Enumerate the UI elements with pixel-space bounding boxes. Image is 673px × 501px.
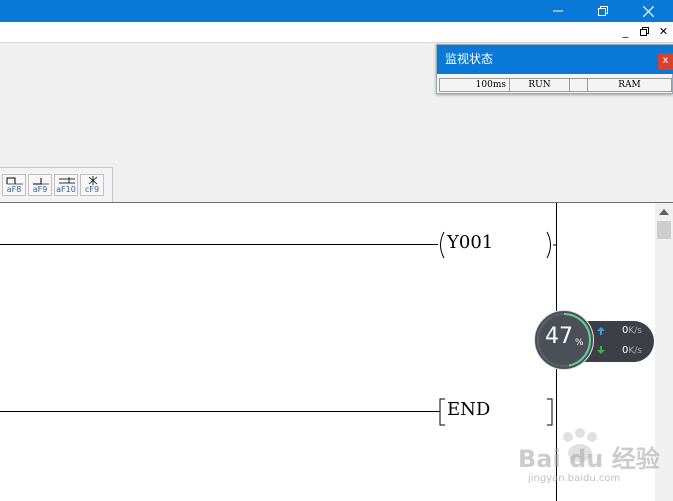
parallel-pulse-button[interactable]: aF10	[54, 174, 78, 196]
status-empty	[569, 78, 587, 92]
rising-pulse-button[interactable]: aF8	[2, 174, 26, 196]
child-restore-button[interactable]	[637, 25, 652, 39]
mdi-child-strip: _ ✕	[0, 22, 673, 43]
status-memory: RAM	[587, 78, 672, 92]
minimize-button[interactable]	[540, 0, 576, 22]
falling-edge-icon	[33, 178, 49, 185]
upload-unit: K/s	[628, 326, 642, 336]
toolbar-key-label: cF9	[84, 185, 100, 194]
invert-icon	[88, 176, 98, 185]
restore-button[interactable]	[585, 0, 621, 22]
ladder-symbol-toolbar: aF8 aF9 aF10 cF9	[0, 167, 113, 203]
load-percent: 47	[545, 324, 573, 349]
toolbar-key-label: aF10	[56, 185, 76, 194]
download-unit: K/s	[628, 346, 642, 356]
rung-line-2	[0, 411, 440, 412]
upload-speed: 0K/s	[622, 325, 642, 336]
monitor-title-bar[interactable]: 监视状态 x	[437, 45, 673, 74]
restore-icon	[598, 6, 608, 16]
close-button[interactable]	[630, 0, 666, 22]
download-speed: 0K/s	[622, 345, 642, 356]
network-speed-widget[interactable]: 0K/s 0K/s 47 %	[534, 310, 654, 372]
falling-pulse-button[interactable]: aF9	[28, 174, 52, 196]
status-scan-time: 100ms	[439, 78, 509, 92]
toolbar-key-label: aF9	[32, 185, 48, 194]
percent-sign: %	[575, 338, 584, 348]
child-restore-icon	[640, 27, 649, 36]
end-instruction-label[interactable]: END	[447, 399, 490, 420]
coil-label[interactable]: Y001	[447, 232, 493, 253]
baidu-watermark: Bai du 经验 jingyan.baidu.com	[500, 425, 670, 495]
end-left-bracket	[439, 398, 445, 426]
parallel-edge-icon	[59, 177, 75, 184]
monitor-status-window[interactable]: 监视状态 x 100ms RUN RAM	[436, 44, 673, 94]
invert-button[interactable]: cF9	[80, 174, 104, 196]
monitor-status-row: 100ms RUN RAM	[439, 78, 672, 92]
watermark-text: Bai du 经验	[518, 445, 660, 473]
watermark-url: jingyan.baidu.com	[528, 473, 621, 484]
end-right-bracket	[547, 398, 553, 426]
load-gauge: 47 %	[534, 310, 594, 370]
monitor-close-button[interactable]: x	[658, 53, 673, 70]
rising-edge-icon	[6, 177, 23, 185]
download-arrow-icon	[597, 346, 605, 354]
minimize-icon	[553, 10, 563, 12]
coil-left-paren	[440, 231, 445, 259]
child-minimize-button[interactable]: _	[618, 25, 633, 39]
child-close-button[interactable]: ✕	[656, 25, 671, 39]
upload-arrow-icon	[597, 327, 605, 335]
scroll-up-icon[interactable]	[659, 209, 669, 215]
rung-line-1	[0, 244, 438, 245]
title-bar	[0, 0, 673, 22]
close-icon	[642, 5, 654, 17]
status-run-state: RUN	[509, 78, 569, 92]
scroll-thumb[interactable]	[657, 221, 671, 239]
toolbar-key-label: aF8	[6, 185, 22, 194]
monitor-title: 监视状态	[445, 52, 494, 66]
